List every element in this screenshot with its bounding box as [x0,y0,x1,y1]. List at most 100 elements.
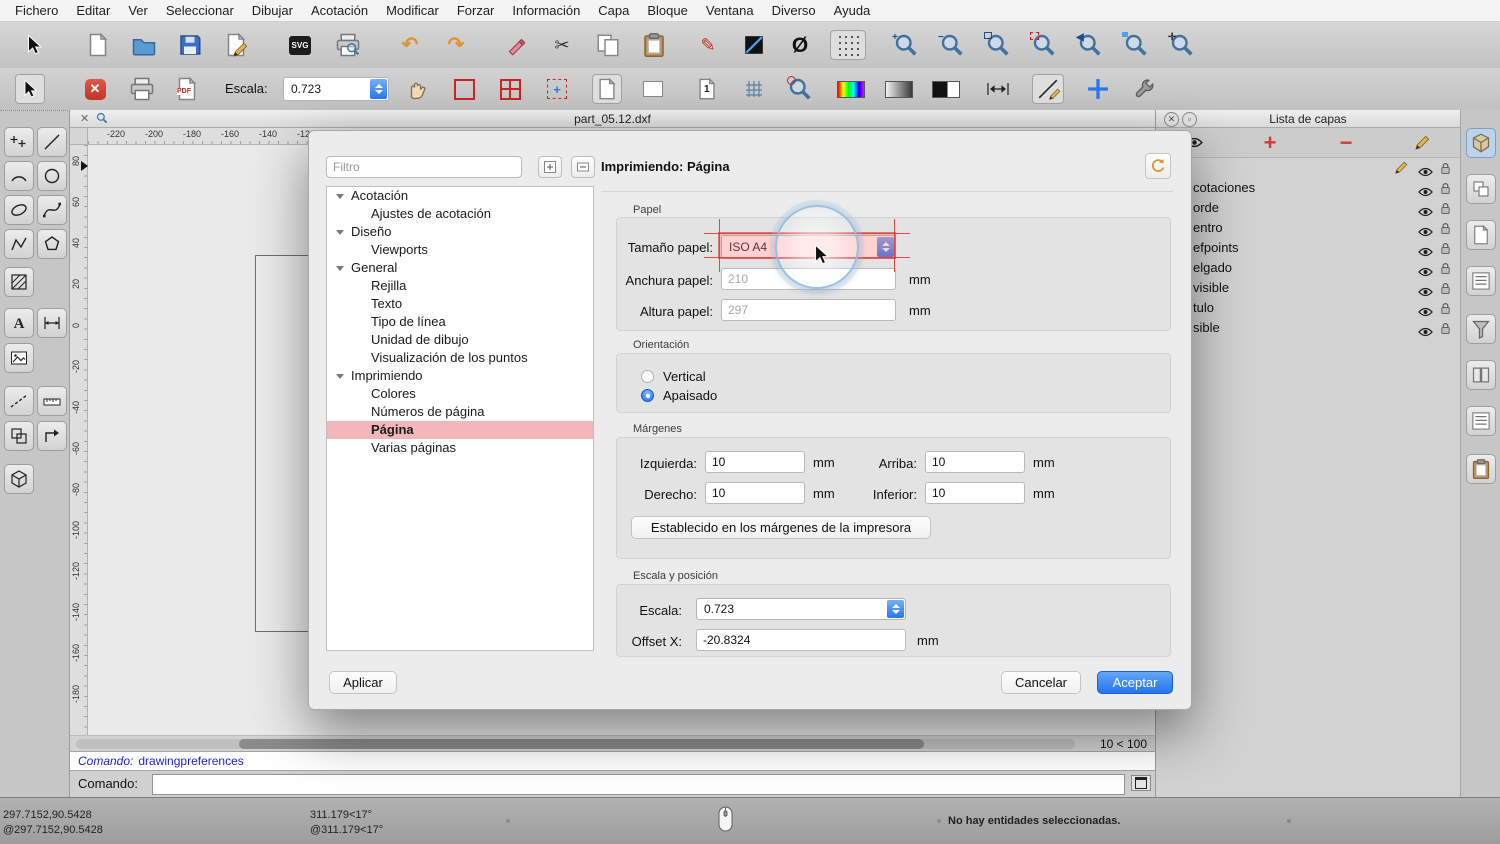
zoom-previous-button[interactable]: ◀ [1072,30,1108,60]
screen-linetypes-toggle[interactable] [636,74,670,104]
image-tool-button[interactable] [4,343,34,373]
construction-tools-button[interactable] [4,386,34,416]
redo-button[interactable]: ↷ [438,30,474,60]
scale-combobox[interactable]: 0.723 [696,598,906,620]
zoom-window-button[interactable] [1118,30,1154,60]
menu-ver[interactable]: Ver [119,3,157,18]
scrollbar-track[interactable] [76,739,1075,749]
layer-visibility-icon[interactable] [1418,323,1433,343]
edit-drawing-button[interactable] [218,30,254,60]
polygon-tools-button[interactable] [37,229,67,259]
menu-modificar[interactable]: Modificar [377,3,448,18]
linetype-by-layer-button[interactable] [928,74,964,104]
margin-left-field[interactable] [705,451,805,473]
portrait-radio[interactable] [641,370,654,383]
command-history-panel-button[interactable] [1466,266,1496,296]
pdf-export-button[interactable]: PDF [170,74,204,104]
arc-tools-button[interactable] [4,161,34,191]
tree-item-numeros-de-pagina[interactable]: Números de página [327,403,593,421]
offset-x-field[interactable] [696,629,906,651]
menu-seleccionar[interactable]: Seleccionar [157,3,243,18]
layer-row[interactable]: visible [1156,278,1460,298]
scrollbar-thumb[interactable] [239,739,924,749]
clipboard-panel-button[interactable] [1466,454,1496,484]
selection-filter-panel-button[interactable] [1466,314,1496,344]
configure-button[interactable] [1128,74,1162,104]
landscape-radio[interactable] [641,389,654,402]
tree-item-acotacion[interactable]: Acotación [327,187,593,205]
selection-arrow-icon[interactable] [15,74,45,104]
margin-bottom-field[interactable] [925,482,1025,504]
menu-forzar[interactable]: Forzar [448,3,504,18]
tree-item-texto[interactable]: Texto [327,295,593,313]
close-drawing-button[interactable]: ✕ [78,74,112,104]
scale-combobox[interactable]: 0.723 [283,77,389,101]
selection-arrow-icon[interactable] [16,30,52,60]
block-list-panel-button[interactable] [1466,174,1496,204]
preferences-filter-input[interactable] [326,156,522,178]
command-input[interactable] [152,774,1125,795]
block-tools-button[interactable] [4,421,34,451]
ellipse-tools-button[interactable] [4,195,34,225]
new-document-button[interactable] [80,30,116,60]
margin-top-field[interactable] [925,451,1025,473]
spline-tools-button[interactable] [37,195,67,225]
dimension-tools-button[interactable] [37,308,67,338]
menu-dibujar[interactable]: Dibujar [243,3,302,18]
page-number-button[interactable]: 1 [690,74,724,104]
collapse-tree-button[interactable] [571,156,595,178]
cancel-button[interactable]: Cancelar [1001,671,1081,694]
point-tools-button[interactable] [4,127,34,157]
menu-diverso[interactable]: Diverso [763,3,825,18]
layer-row[interactable]: tulo [1156,298,1460,318]
margin-right-field[interactable] [705,482,805,504]
lineweight-by-layer-button[interactable] [881,74,917,104]
add-layer-button[interactable]: + [1232,128,1308,157]
menu-bloque[interactable]: Bloque [638,3,696,18]
polyline-tools-button[interactable] [4,229,34,259]
freehand-pen-icon[interactable] [498,30,534,60]
restrict-off-button[interactable] [447,74,481,104]
text-tool-button[interactable]: A [4,308,34,338]
lineweight-scale-button[interactable] [980,74,1016,104]
remove-layer-button[interactable]: − [1308,128,1384,157]
printer-margins-button[interactable]: Establecido en los márgenes de la impres… [631,516,931,539]
apply-button[interactable]: Aplicar [329,671,397,694]
print-button[interactable] [125,74,159,104]
copy-button[interactable] [590,30,626,60]
reset-to-defaults-button[interactable] [1145,153,1171,179]
circle-tools-button[interactable] [37,161,67,191]
property-editor-panel-button[interactable] [1466,128,1496,158]
layer-row[interactable] [1156,158,1460,178]
menu-capa[interactable]: Capa [589,3,638,18]
restrict-orthogonal-button[interactable] [493,74,527,104]
view-list-panel-button[interactable] [1466,220,1496,250]
stepper-icon[interactable] [370,79,387,99]
crosshair-button[interactable] [1080,74,1116,104]
solid-tools-button[interactable] [4,464,34,494]
cut-button[interactable]: ✂ [544,30,580,60]
library-browser-panel-button[interactable] [1466,360,1496,390]
zoom-auto-button[interactable] [980,30,1016,60]
layer-row[interactable]: elgado [1156,258,1460,278]
command-console-button[interactable] [1131,775,1151,791]
line-pattern-icon[interactable] [736,30,772,60]
no-fill-icon[interactable]: Ø [782,30,818,60]
layer-row[interactable]: orde [1156,198,1460,218]
paste-button[interactable] [636,30,672,60]
tree-item-colores[interactable]: Colores [327,385,593,403]
pan-hand-button[interactable] [400,74,434,104]
tree-item-imprimiendo[interactable]: Imprimiendo [327,367,593,385]
edit-layer-button[interactable] [1384,128,1460,157]
zoom-page-button[interactable] [783,74,817,104]
undo-button[interactable]: ↶ [392,30,428,60]
print-preview-button[interactable] [330,30,366,60]
modify-tools-button[interactable] [37,421,67,451]
color-by-layer-button[interactable] [833,74,869,104]
accept-button[interactable]: Aceptar [1097,671,1173,694]
layer-row[interactable]: efpoints [1156,238,1460,258]
grid-points-toggle[interactable] [830,30,866,60]
zoom-selection-button[interactable] [1026,30,1062,60]
tree-item-ajustes-de-acotacion[interactable]: Ajustes de acotación [327,205,593,223]
svg-export-button[interactable]: SVG [282,30,318,60]
